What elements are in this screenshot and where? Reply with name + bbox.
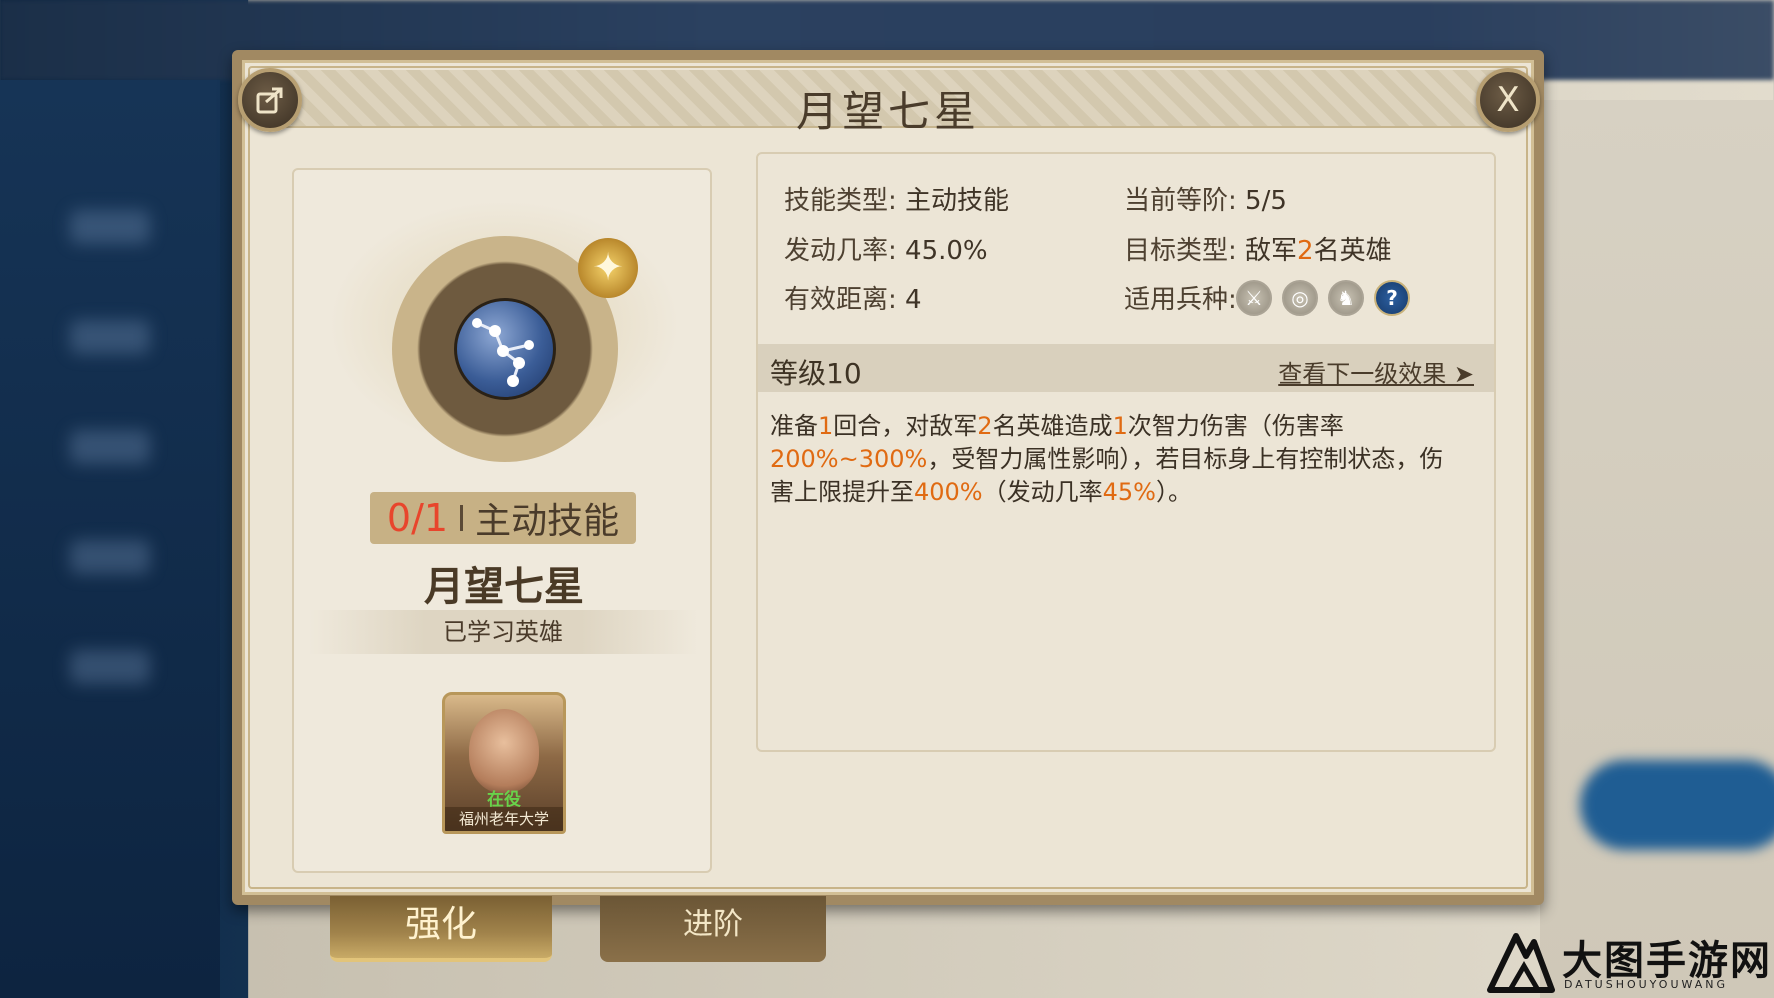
tab-strengthen[interactable]: 强化: [330, 896, 552, 962]
skill-description: 准备1回合，对敌军2名英雄造成1次智力伤害（伤害率200%~300%，受智力属性…: [770, 410, 1460, 509]
background-sidebar-item: [70, 320, 150, 354]
trigger-rate-row: 发动几率: 45.0%: [784, 230, 988, 267]
unit-types-label: 适用兵种:: [1124, 285, 1237, 315]
hero-card[interactable]: 在役 福州老年大学: [442, 692, 566, 834]
desc-number: 1: [1112, 412, 1128, 440]
background-sidebar: [0, 80, 220, 998]
desc-number: 400%: [914, 478, 983, 506]
trigger-rate-value: 45.0%: [905, 236, 988, 266]
unit-type-icons: ⚔ ◎ ♞ ?: [1236, 280, 1410, 316]
tag-divider: [460, 505, 464, 531]
desc-text: 回合，对敌军: [833, 412, 978, 440]
current-rank-value: 5/5: [1245, 186, 1287, 216]
star-icon: ✦: [578, 238, 638, 298]
background-blue-button: [1580, 760, 1774, 850]
desc-text: ）。: [1155, 478, 1192, 506]
dialog-title: 月望七星: [795, 87, 980, 136]
desc-text: 准备: [770, 412, 818, 440]
learned-heroes-label: 已学习英雄: [308, 610, 698, 654]
skill-detail-panel: 技能类型: 主动技能 当前等阶: 5/5 发动几率: 45.0% 目标类型: 敌…: [756, 152, 1496, 752]
range-row: 有效距离: 4: [784, 279, 922, 316]
target-type-label: 目标类型:: [1124, 236, 1237, 266]
hero-portrait: [469, 709, 539, 793]
desc-number: 200%~300%: [770, 445, 928, 473]
skill-summary-card: ✦ 0/1 主动技能 月望七星 已学习英雄 在役 福州老年大学: [292, 168, 712, 873]
tab-advance[interactable]: 进阶: [600, 896, 826, 962]
skill-type-tag: 主动技能: [475, 501, 620, 542]
question-icon[interactable]: ?: [1374, 280, 1410, 316]
background-right-panel: [1540, 100, 1774, 998]
desc-number: 1: [818, 412, 834, 440]
archer-icon[interactable]: ◎: [1282, 280, 1318, 316]
skill-dialog: 月望七星 X ✦ 0/1 主动技能 月望七星 已学习英雄 在役 福州老年大学 技…: [232, 50, 1544, 905]
range-value: 4: [905, 285, 922, 315]
share-button[interactable]: [238, 68, 302, 132]
close-button[interactable]: X: [1476, 68, 1540, 132]
cavalry-icon[interactable]: ♞: [1328, 280, 1364, 316]
watermark-subtitle: DATUSHOUYOUWANG: [1564, 978, 1729, 991]
skill-count: 0/1: [386, 496, 449, 540]
current-rank-row: 当前等阶: 5/5: [1124, 180, 1287, 217]
current-rank-label: 当前等阶:: [1124, 186, 1237, 216]
hero-owner: 福州老年大学: [445, 807, 563, 831]
target-type-count: 2: [1297, 236, 1314, 266]
skill-type-row: 技能类型: 主动技能: [784, 180, 1009, 217]
next-level-link[interactable]: 查看下一级效果 ➤: [1278, 354, 1474, 389]
background-sidebar-item: [70, 430, 150, 464]
watermark-logo-icon: [1487, 933, 1555, 993]
skill-type-value: 主动技能: [905, 186, 1010, 216]
skill-name: 月望七星: [424, 564, 584, 610]
desc-text: 名英雄造成: [992, 412, 1113, 440]
desc-text: （发动几率: [982, 478, 1103, 506]
background-sidebar-item: [70, 540, 150, 574]
infantry-icon[interactable]: ⚔: [1236, 280, 1272, 316]
background-sidebar-item: [70, 210, 150, 244]
skill-type-label: 技能类型:: [784, 186, 897, 216]
site-watermark: 大图手游网 DATUSHOUYOUWANG: [1486, 928, 1774, 998]
level-bar: 等级10 查看下一级效果 ➤: [758, 344, 1494, 392]
target-type-row: 目标类型: 敌军2名英雄: [1124, 230, 1392, 267]
trigger-rate-label: 发动几率:: [784, 236, 897, 266]
range-label: 有效距离:: [784, 285, 897, 315]
unit-types-row: 适用兵种:: [1124, 279, 1237, 316]
share-icon: [256, 87, 283, 114]
background-sidebar-item: [70, 650, 150, 684]
desc-number: 2: [977, 412, 993, 440]
target-type-prefix: 敌军: [1245, 236, 1298, 266]
constellation-icon: [454, 298, 556, 400]
desc-number: 45%: [1102, 478, 1156, 506]
desc-text: 次智力伤害（伤害率: [1127, 412, 1344, 440]
level-label: 等级10: [770, 357, 862, 390]
target-type-suffix: 名英雄: [1313, 236, 1392, 266]
skill-tag: 0/1 主动技能: [370, 492, 636, 544]
close-icon: X: [1496, 80, 1520, 120]
